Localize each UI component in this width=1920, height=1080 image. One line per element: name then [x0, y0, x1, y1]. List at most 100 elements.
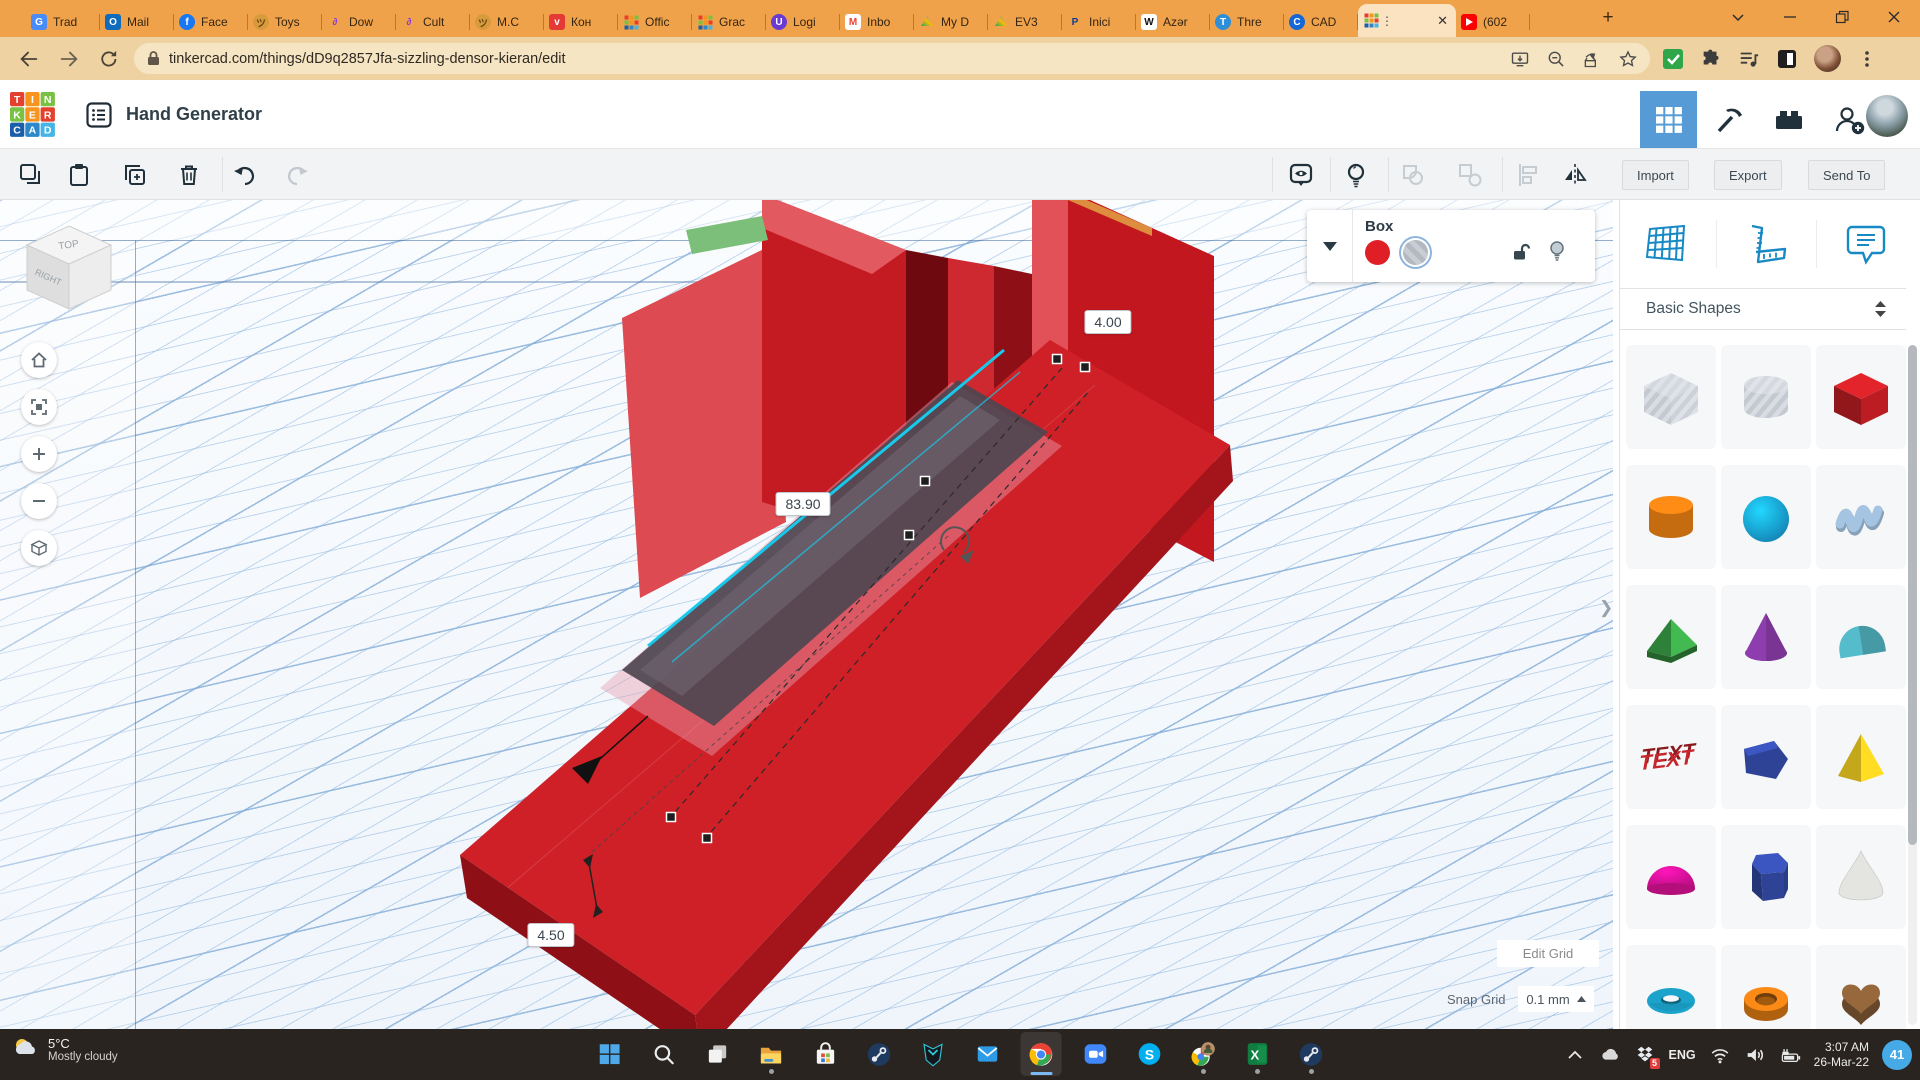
export-button[interactable]: Export: [1714, 160, 1782, 190]
taskbar-clock[interactable]: 3:07 AM 26-Mar-22: [1814, 1040, 1869, 1070]
browser-menu-icon[interactable]: [1857, 49, 1877, 69]
edit-grid-button[interactable]: Edit Grid: [1497, 940, 1599, 967]
browser-tab-EV3[interactable]: EV3: [988, 7, 1062, 37]
shape-round-roof[interactable]: [1816, 585, 1906, 689]
design-properties-icon[interactable]: [86, 102, 112, 128]
tinkercad-logo[interactable]: TINKERCAD: [10, 92, 56, 143]
taskbar-app-excel[interactable]: X: [1237, 1032, 1278, 1076]
shape-scribble[interactable]: [1816, 465, 1906, 569]
taskbar-app-zoom[interactable]: [1075, 1032, 1116, 1076]
shape-box[interactable]: [1816, 345, 1906, 449]
shape-half-sphere[interactable]: [1626, 825, 1716, 929]
zoom-out-icon[interactable]: [1546, 49, 1566, 69]
shape-box-hole[interactable]: [1626, 345, 1716, 449]
duplicate-icon[interactable]: [122, 162, 148, 188]
visibility-bulb-icon[interactable]: [1547, 240, 1567, 262]
zoom-out-button[interactable]: [21, 483, 57, 519]
checker-extension-icon[interactable]: [1662, 48, 1684, 70]
browser-tab-Grac[interactable]: Grac: [692, 7, 766, 37]
shape-polygon[interactable]: [1721, 705, 1811, 809]
taskbar-app-steam-2[interactable]: [1291, 1032, 1332, 1076]
import-button[interactable]: Import: [1622, 160, 1689, 190]
onedrive-icon[interactable]: [1599, 1044, 1621, 1066]
playlist-extension-icon[interactable]: [1738, 48, 1760, 70]
model-hand-generator[interactable]: [0, 200, 1613, 1029]
shape-cylinder[interactable]: [1626, 465, 1716, 569]
home-view-button[interactable]: [21, 342, 57, 378]
browser-tab-Azər[interactable]: WAzər: [1136, 7, 1210, 37]
shape-pyramid[interactable]: [1816, 705, 1906, 809]
notes-tool-icon[interactable]: [1844, 222, 1888, 266]
color-swatch-red[interactable]: [1365, 240, 1390, 265]
save-to-device-icon[interactable]: [1510, 49, 1530, 69]
shape-cylinder-hole[interactable]: [1721, 345, 1811, 449]
design-title[interactable]: Hand Generator: [126, 104, 262, 125]
browser-tab-Inici[interactable]: PInici: [1062, 7, 1136, 37]
browser-tab-Thre[interactable]: TThre: [1210, 7, 1284, 37]
taskbar-weather-widget[interactable]: 5°C Mostly cloudy: [10, 1034, 118, 1064]
dimension-label-length[interactable]: 83.90: [775, 492, 830, 516]
extensions-puzzle-icon[interactable]: [1700, 48, 1722, 70]
minimize-button[interactable]: [1764, 0, 1816, 34]
material-swatch-selected[interactable]: [1403, 240, 1428, 265]
browser-tab-Кон[interactable]: vКон: [544, 7, 618, 37]
dimension-label-width[interactable]: 4.00: [1084, 310, 1131, 334]
taskbar-app-search[interactable]: [643, 1032, 684, 1076]
taskbar-app-predator[interactable]: [913, 1032, 954, 1076]
shape-hexagonal-prism[interactable]: [1721, 825, 1811, 929]
dropbox-icon[interactable]: 5: [1634, 1044, 1656, 1066]
taskbar-app-chrome-profile[interactable]: [1183, 1032, 1224, 1076]
browser-tab-Cult[interactable]: ∂Cult: [396, 7, 470, 37]
shape-cone[interactable]: [1721, 585, 1811, 689]
share-icon[interactable]: [1582, 49, 1602, 69]
group-icon[interactable]: [1400, 162, 1426, 188]
browser-tab-Toys[interactable]: ツToys: [248, 7, 322, 37]
taskbar-app-file-explorer[interactable]: [751, 1032, 792, 1076]
dimension-label-height[interactable]: 4.50: [527, 923, 574, 947]
taskbar-app-steam[interactable]: [859, 1032, 900, 1076]
browser-tab-Trad[interactable]: GTrad: [26, 7, 100, 37]
viewport-3d[interactable]: 4.00 83.90 4.50 TOP RIGHT Box Edit Grid …: [0, 200, 1613, 1029]
reload-icon[interactable]: [98, 48, 120, 70]
panel-collapse-chevron[interactable]: ❯: [1599, 598, 1613, 618]
browser-tab-CAD[interactable]: CCAD: [1284, 7, 1358, 37]
user-avatar[interactable]: [1866, 95, 1908, 137]
taskbar-app-task-view[interactable]: [697, 1032, 738, 1076]
fit-view-button[interactable]: [21, 389, 57, 425]
browser-tab-Mail[interactable]: OMail: [100, 7, 174, 37]
shape-text[interactable]: TEXTTEXT: [1626, 705, 1716, 809]
url-omnibox[interactable]: tinkercad.com/things/dD9q2857Jfa-sizzlin…: [134, 43, 1650, 74]
lego-export-button[interactable]: [1760, 91, 1817, 148]
shape-paraboloid[interactable]: [1816, 825, 1906, 929]
tab-search-icon[interactable]: [1712, 0, 1764, 34]
browser-tab-My D[interactable]: My D: [914, 7, 988, 37]
shape-roof[interactable]: [1626, 585, 1716, 689]
reader-extension-icon[interactable]: [1776, 48, 1798, 70]
snap-grid-select[interactable]: 0.1 mm: [1518, 986, 1594, 1012]
close-window-button[interactable]: [1868, 0, 1920, 34]
undo-icon[interactable]: [232, 162, 258, 188]
browser-tab-Logi[interactable]: ULogi: [766, 7, 840, 37]
browser-tab-(602[interactable]: (602: [1456, 7, 1530, 37]
minecraft-export-button[interactable]: [1700, 91, 1757, 148]
new-tab-button[interactable]: +: [1596, 7, 1620, 31]
unlock-icon[interactable]: [1511, 242, 1531, 262]
ruler-tool-icon[interactable]: [1744, 222, 1788, 266]
browser-tab-Dow[interactable]: ∂Dow: [322, 7, 396, 37]
delete-icon[interactable]: [176, 162, 202, 188]
perspective-toggle-button[interactable]: [21, 530, 57, 566]
volume-icon[interactable]: [1744, 1044, 1766, 1066]
copy-icon[interactable]: [18, 162, 44, 188]
maximize-button[interactable]: [1816, 0, 1868, 34]
send-to-button[interactable]: Send To: [1808, 160, 1885, 190]
browser-tab-M.C[interactable]: ツM.C: [470, 7, 544, 37]
light-toggle-icon[interactable]: [1343, 162, 1369, 188]
redo-icon[interactable]: [284, 162, 310, 188]
battery-charging-icon[interactable]: [1779, 1044, 1801, 1066]
inspect-eye-icon[interactable]: [1288, 162, 1314, 188]
shape-sphere[interactable]: [1721, 465, 1811, 569]
browser-tab-Face[interactable]: fFace: [174, 7, 248, 37]
paste-icon[interactable]: [66, 162, 92, 188]
tray-chevron-up-icon[interactable]: [1564, 1044, 1586, 1066]
bookmark-star-icon[interactable]: [1618, 49, 1638, 69]
